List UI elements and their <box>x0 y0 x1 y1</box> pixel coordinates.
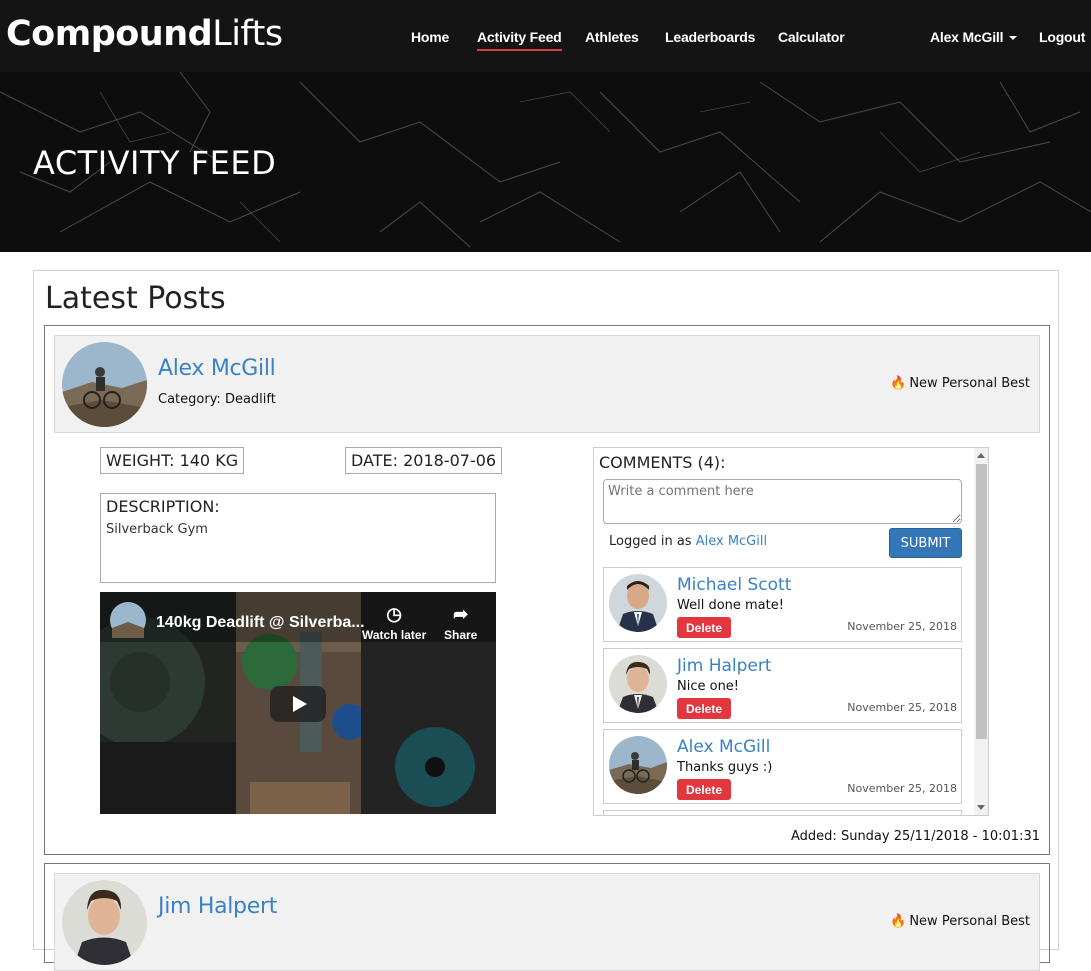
comment-text: Well done mate! <box>677 598 784 613</box>
personal-best-label: New Personal Best <box>909 914 1030 929</box>
brand-logo[interactable]: CompoundLifts <box>6 14 283 54</box>
logged-in-text: Logged in as Alex McGill <box>609 534 767 549</box>
fire-icon: 🔥 <box>890 914 907 929</box>
comment-text: Nice one! <box>677 679 740 694</box>
video-title[interactable]: 140kg Deadlift @ Silverba... <box>156 614 365 632</box>
nav-home[interactable]: Home <box>411 29 449 45</box>
comment-input[interactable] <box>603 479 962 524</box>
comment-author[interactable]: Michael Scott <box>677 575 791 595</box>
nav-activity-feed[interactable]: Activity Feed <box>477 29 562 51</box>
avatar[interactable] <box>62 342 147 427</box>
delete-comment-button[interactable]: Delete <box>677 698 731 719</box>
avatar[interactable] <box>609 574 667 632</box>
description-text: Silverback Gym <box>106 522 208 537</box>
comment-author[interactable]: Alex McGill <box>677 737 770 757</box>
post-author-name[interactable]: Jim Halpert <box>158 894 277 919</box>
comment-item: Jim Halpert Nice one! Delete November 25… <box>603 648 962 723</box>
watch-later-button[interactable]: ◷ Watch later <box>362 604 426 642</box>
top-navbar: CompoundLifts Home Activity Feed Athlete… <box>0 0 1091 72</box>
nav-calculator[interactable]: Calculator <box>778 29 845 45</box>
post-card: Alex McGill Category: Deadlift 🔥 New Pers… <box>44 325 1050 855</box>
description-label: DESCRIPTION: <box>106 497 220 516</box>
comment-item: Alex McGill Thanks guys :) Delete Novemb… <box>603 729 962 804</box>
post-header: Alex McGill Category: Deadlift 🔥 New Pers… <box>54 335 1040 433</box>
nav-athletes[interactable]: Athletes <box>585 29 639 45</box>
user-menu-dropdown[interactable]: Alex McGill <box>930 29 1018 45</box>
comment-item: Michael Scott Well done mate! Delete Nov… <box>603 567 962 642</box>
post-header: Jim Halpert 🔥 New Personal Best <box>54 873 1040 971</box>
scroll-down-icon[interactable] <box>977 805 985 810</box>
comment-text: Thanks guys :) <box>677 760 773 775</box>
avatar[interactable] <box>62 880 147 965</box>
caret-down-icon <box>1009 36 1018 41</box>
latest-posts-panel: Latest Posts Alex McGill Category: Deadl… <box>33 270 1059 971</box>
post-author-name[interactable]: Alex McGill <box>158 356 276 381</box>
date-field: DATE: 2018-07-06 <box>345 447 503 474</box>
comment-item <box>603 810 962 815</box>
post-added-timestamp: Added: Sunday 25/11/2018 - 10:01:31 <box>791 829 1040 844</box>
post-category: Category: Deadlift <box>158 392 276 407</box>
personal-best-badge: 🔥 New Personal Best <box>890 914 1030 929</box>
avatar[interactable] <box>609 736 667 794</box>
scroll-up-icon[interactable] <box>977 453 985 458</box>
comments-header: COMMENTS (4): <box>599 453 726 472</box>
personal-best-badge: 🔥 New Personal Best <box>890 376 1030 391</box>
share-icon: ➦ <box>453 604 469 624</box>
comment-date: November 25, 2018 <box>847 701 957 714</box>
page-title: ACTIVITY FEED <box>33 144 277 182</box>
nav-leaderboards[interactable]: Leaderboards <box>665 29 755 45</box>
logged-in-prefix: Logged in as <box>609 534 692 549</box>
submit-comment-button[interactable]: SUBMIT <box>889 528 962 558</box>
comments-panel: COMMENTS (4): Logged in as Alex McGill S… <box>593 447 989 816</box>
share-button[interactable]: ➦ Share <box>444 604 477 642</box>
watch-later-label: Watch later <box>362 628 427 642</box>
scrollbar-thumb[interactable] <box>976 464 987 739</box>
video-player[interactable]: 140kg Deadlift @ Silverba... ◷ Watch lat… <box>100 592 496 814</box>
description-box: DESCRIPTION: Silverback Gym <box>100 493 496 583</box>
nav-logout[interactable]: Logout <box>1039 29 1085 45</box>
post-card: Jim Halpert 🔥 New Personal Best <box>44 863 1050 971</box>
personal-best-label: New Personal Best <box>909 376 1030 391</box>
delete-comment-button[interactable]: Delete <box>677 779 731 800</box>
latest-posts-heading: Latest Posts <box>45 281 226 316</box>
logged-in-user-link[interactable]: Alex McGill <box>696 534 767 549</box>
comment-date: November 25, 2018 <box>847 782 957 795</box>
user-menu-label: Alex McGill <box>930 29 1004 45</box>
share-label: Share <box>444 628 478 642</box>
delete-comment-button[interactable]: Delete <box>677 617 731 638</box>
comment-author[interactable]: Jim Halpert <box>677 656 772 676</box>
play-icon[interactable] <box>270 686 326 722</box>
clock-icon: ◷ <box>386 604 402 624</box>
avatar[interactable] <box>609 655 667 713</box>
hero-banner: ACTIVITY FEED <box>0 72 1091 252</box>
fire-icon: 🔥 <box>890 376 907 391</box>
weight-field: WEIGHT: 140 KG <box>100 447 245 474</box>
comments-scrollbar[interactable] <box>974 448 988 815</box>
comment-date: November 25, 2018 <box>847 620 957 633</box>
